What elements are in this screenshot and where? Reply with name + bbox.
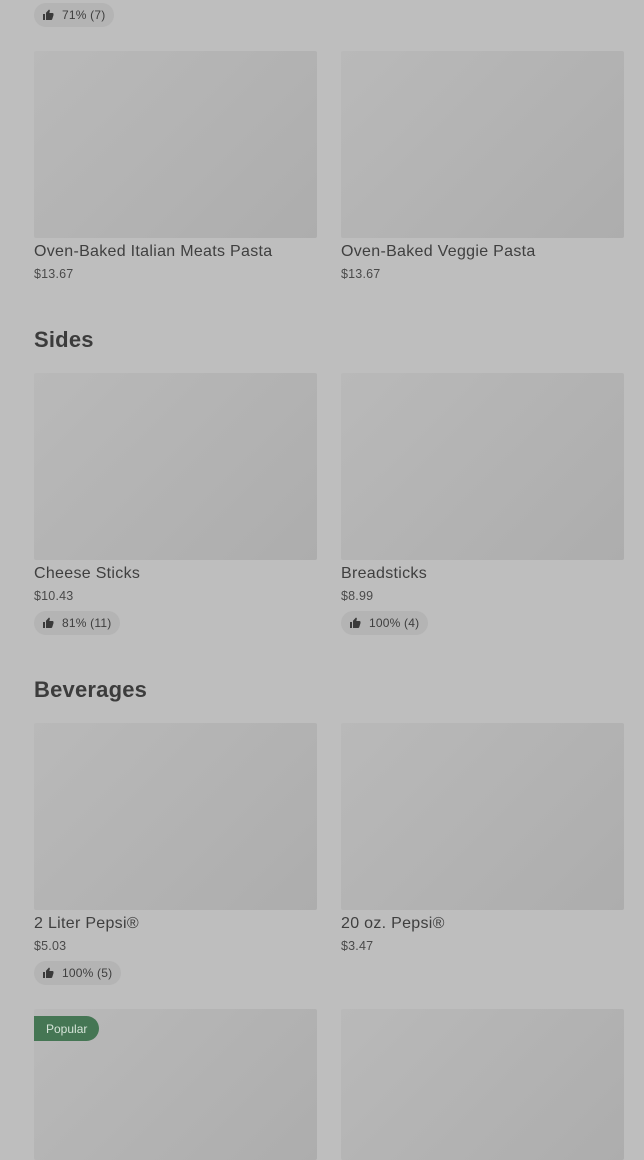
item-name[interactable]: 20 oz. Pepsi®	[341, 915, 445, 933]
rating-badge: 81% (11)	[34, 611, 121, 635]
item-image[interactable]	[34, 51, 317, 238]
item-image[interactable]	[341, 51, 624, 238]
item-name[interactable]: Cheese Sticks	[34, 565, 140, 583]
item-price: $10.43	[34, 589, 74, 603]
item-image[interactable]	[341, 1009, 624, 1160]
thumbs-up-icon	[43, 967, 54, 978]
item-price: $13.67	[341, 267, 381, 281]
thumbs-up-icon	[350, 617, 361, 628]
rating-text: 100% (5)	[62, 966, 113, 980]
item-image[interactable]	[341, 373, 624, 560]
rating-text: 100% (4)	[369, 616, 420, 630]
rating-badge: 100% (4)	[341, 611, 429, 635]
item-price: $8.99	[341, 589, 374, 603]
item-name[interactable]: Oven-Baked Italian Meats Pasta	[34, 243, 272, 261]
popular-badge: Popular	[34, 1016, 100, 1041]
rating-text: 81% (11)	[62, 616, 112, 630]
item-name[interactable]: Breadsticks	[341, 565, 427, 583]
item-name[interactable]: 2 Liter Pepsi®	[34, 915, 139, 933]
item-price: $13.67	[34, 267, 74, 281]
rating-badge: 71% (7)	[34, 3, 115, 27]
thumbs-up-icon	[43, 617, 54, 628]
rating-text: 71% (7)	[62, 8, 106, 22]
section-title-beverages: Beverages	[34, 677, 148, 702]
section-title-sides: Sides	[34, 327, 94, 352]
item-name[interactable]: Oven-Baked Veggie Pasta	[341, 243, 536, 261]
item-image[interactable]	[341, 723, 624, 910]
item-price: $5.03	[34, 939, 67, 953]
rating-badge: 100% (5)	[34, 961, 122, 985]
item-image[interactable]	[34, 373, 317, 560]
item-price: $3.47	[341, 939, 374, 953]
item-image[interactable]	[34, 723, 317, 910]
thumbs-up-icon	[43, 9, 54, 20]
